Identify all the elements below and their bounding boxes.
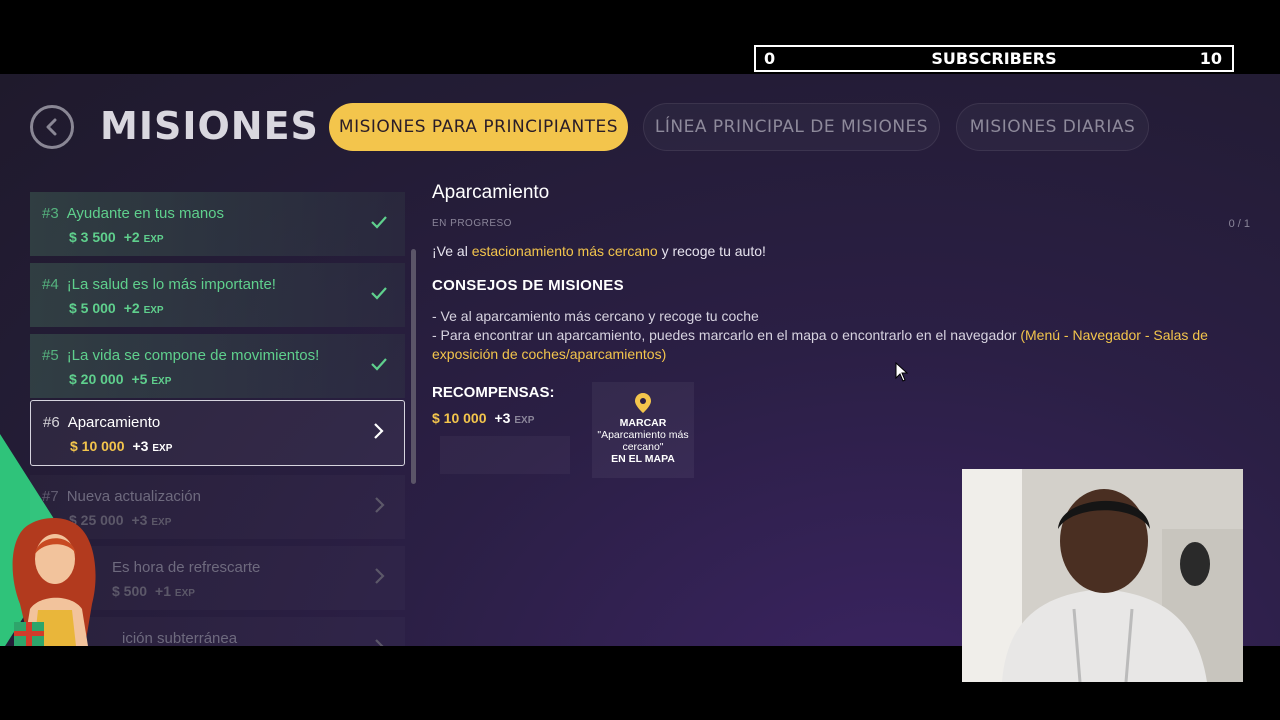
mission-money: $ 500	[112, 583, 148, 599]
mission-item-4[interactable]: #4 ¡La salud es lo más importante! $ 5 00…	[30, 263, 405, 327]
checkmark-icon	[371, 358, 387, 371]
tab-beginner-missions[interactable]: MISIONES PARA PRINCIPIANTES	[329, 103, 628, 151]
detail-status: EN PROGRESO	[432, 218, 512, 229]
mission-item-5[interactable]: #5 ¡La vida se compone de movimientos! $ …	[30, 334, 405, 398]
tip-2: - Para encontrar un aparcamiento, puedes…	[432, 326, 1252, 364]
goal-highlight: estacionamiento más cercano	[471, 243, 658, 259]
tip-2-text: - Para encontrar un aparcamiento, puedes…	[432, 327, 1021, 343]
chevron-left-icon	[46, 118, 57, 136]
mission-title: Es hora de refrescarte	[112, 559, 261, 576]
mission-number: #4	[42, 276, 59, 293]
back-button[interactable]	[30, 105, 74, 149]
mission-exp-unit: EXP	[143, 234, 164, 245]
tips-title: CONSEJOS DE MISIONES	[432, 277, 624, 294]
mission-money: $ 3 500	[69, 229, 116, 245]
mission-exp-unit: EXP	[151, 517, 172, 528]
tip-1: - Ve al aparcamiento más cercano y recog…	[432, 308, 759, 324]
mission-exp: +3	[131, 512, 148, 528]
mission-title: Ayudante en tus manos	[66, 205, 225, 222]
reward-money: $ 10 000	[432, 410, 487, 426]
mission-money: $ 5 000	[69, 300, 116, 316]
mission-title: ¡La vida se compone de movimientos!	[66, 347, 320, 364]
webcam-overlay	[962, 469, 1243, 682]
reward-exp-unit: EXP	[514, 415, 535, 426]
map-line-2: "Aparcamiento más cercano"	[597, 429, 689, 453]
map-line-1: MARCAR	[619, 417, 667, 429]
mission-detail-panel: Aparcamiento EN PROGRESO 0 / 1 ¡Ve al es…	[432, 182, 1252, 478]
mission-exp: +2	[123, 229, 140, 245]
subscriber-label: SUBSCRIBERS	[931, 49, 1057, 68]
rewards-title: RECOMPENSAS:	[432, 384, 555, 401]
mission-number: #7	[42, 488, 59, 505]
tab-main-missions[interactable]: LÍNEA PRINCIPAL DE MISIONES	[643, 103, 940, 151]
mission-list-scrollbar[interactable]	[411, 249, 416, 484]
mission-money: $ 20 000	[69, 371, 124, 387]
mission-exp: +3	[132, 438, 149, 454]
mission-title: ición subterránea	[122, 630, 238, 646]
mission-number: #3	[42, 205, 59, 222]
chevron-right-icon	[374, 423, 384, 439]
map-line-3: EN EL MAPA	[611, 453, 675, 465]
mission-exp-unit: EXP	[152, 443, 173, 454]
mission-exp: +1	[155, 583, 172, 599]
detail-goal: ¡Ve al estacionamiento más cercano y rec…	[432, 243, 1252, 259]
mission-item-6[interactable]: #6 Aparcamiento $ 10 000 +3 EXP	[30, 400, 405, 466]
character-avatar	[12, 518, 96, 646]
subscriber-count-left: 0	[764, 49, 776, 68]
checkmark-icon	[371, 287, 387, 300]
mission-exp: +2	[123, 300, 140, 316]
detail-progress: 0 / 1	[1228, 218, 1250, 230]
tab-daily-missions[interactable]: MISIONES DIARIAS	[956, 103, 1149, 151]
detail-title: Aparcamiento	[432, 182, 550, 203]
mission-exp-unit: EXP	[151, 376, 172, 387]
goal-text-pre: ¡Ve al	[432, 243, 472, 259]
faded-action-button[interactable]	[440, 436, 570, 474]
mission-number: #6	[43, 414, 60, 431]
page-title: MISIONES	[100, 104, 319, 148]
mouse-cursor-icon	[895, 362, 909, 382]
mission-exp-unit: EXP	[174, 588, 195, 599]
mission-title: Aparcamiento	[67, 414, 161, 431]
chevron-right-icon	[375, 639, 384, 646]
mission-exp-unit: EXP	[143, 305, 164, 316]
map-pin-icon	[635, 393, 651, 413]
mission-title: ¡La salud es lo más importante!	[66, 276, 276, 293]
subscriber-counter: 0 SUBSCRIBERS 10	[754, 45, 1234, 72]
reward-exp: +3	[494, 410, 511, 426]
mark-on-map-button[interactable]: MARCAR "Aparcamiento más cercano" EN EL …	[592, 382, 694, 478]
goal-text-post: y recoge tu auto!	[657, 243, 766, 259]
checkmark-icon	[371, 216, 387, 229]
chevron-right-icon	[375, 497, 385, 513]
mission-exp: +5	[131, 371, 148, 387]
chevron-right-icon	[375, 568, 385, 584]
mission-item-3[interactable]: #3 Ayudante en tus manos $ 3 500 +2 EXP	[30, 192, 405, 256]
mission-title: Nueva actualización	[66, 488, 201, 505]
mission-money: $ 10 000	[70, 438, 125, 454]
mission-number: #5	[42, 347, 59, 364]
rewards-line: $ 10 000 +3 EXP	[432, 410, 534, 426]
webcam-person-image	[962, 469, 1243, 682]
subscriber-count-right: 10	[1199, 49, 1222, 68]
